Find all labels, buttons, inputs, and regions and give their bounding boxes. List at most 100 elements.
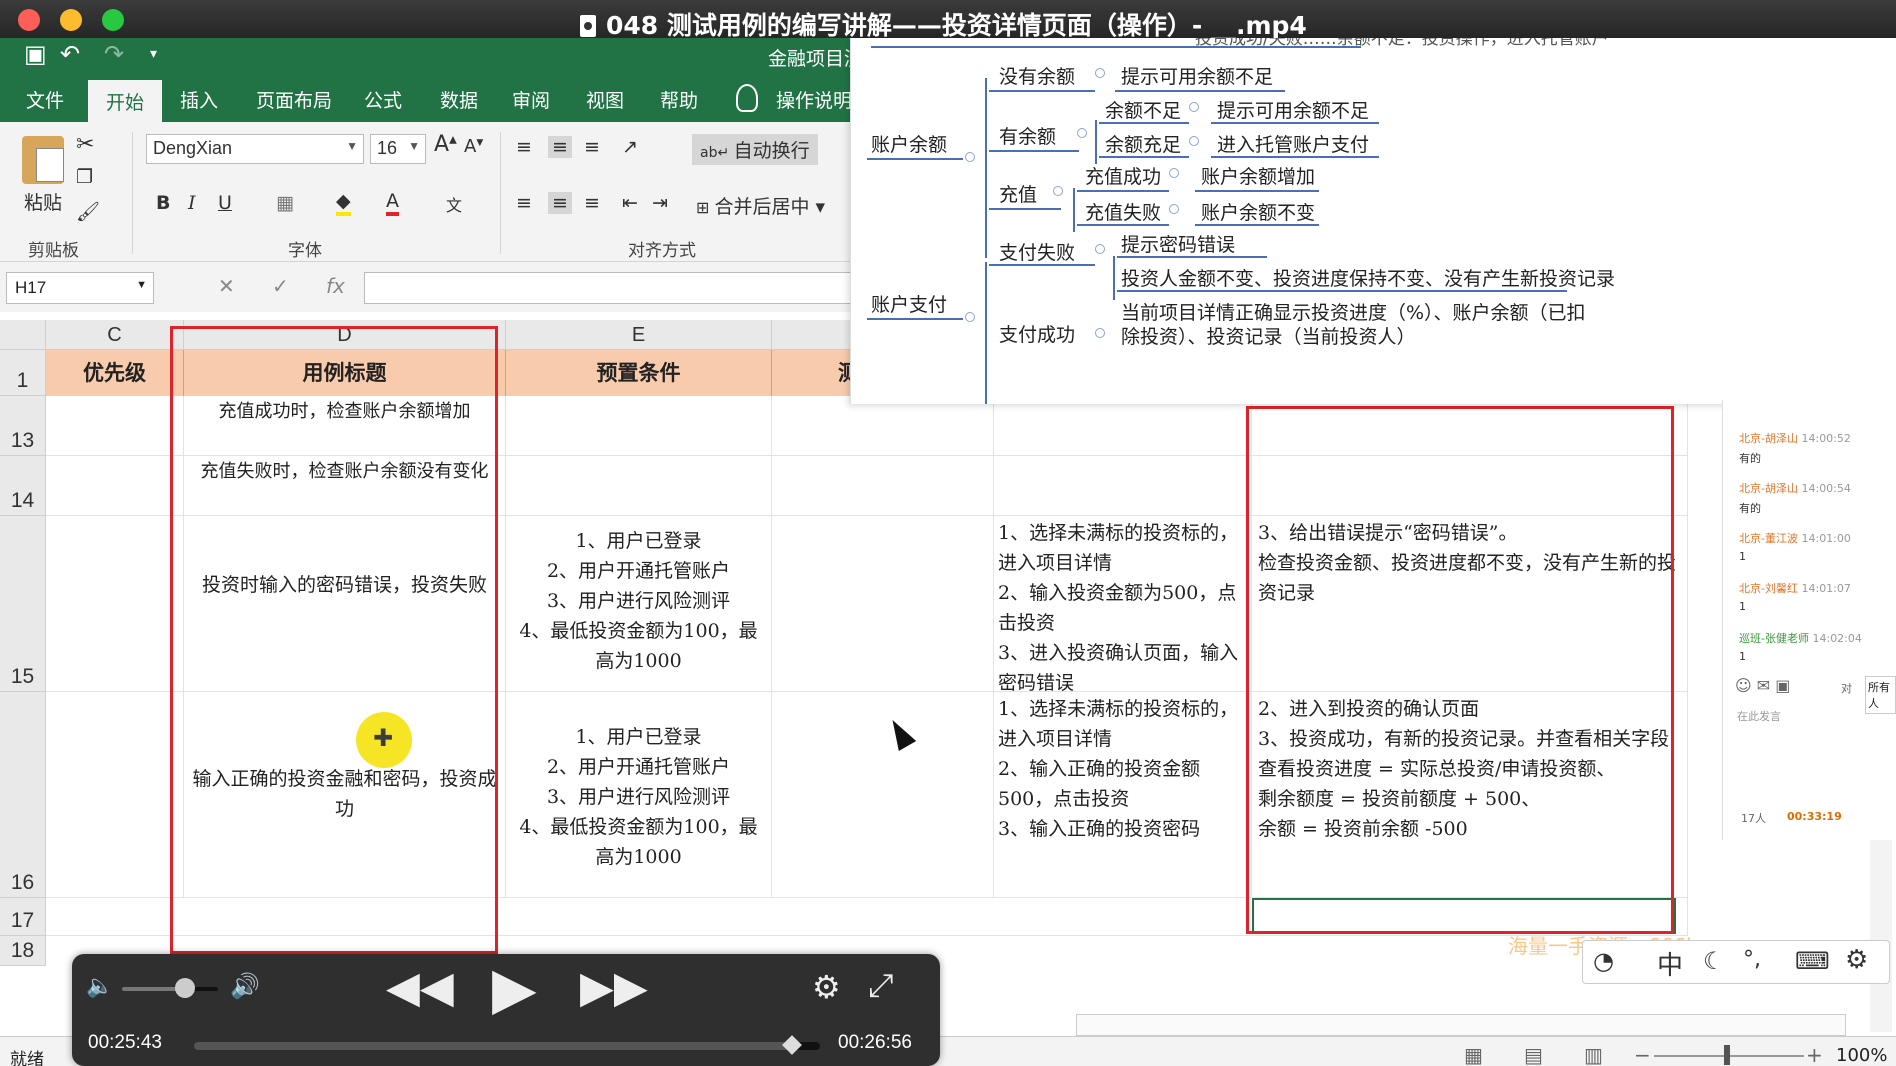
mindmap-collapse-dot[interactable] — [1095, 68, 1105, 78]
column-header-f[interactable] — [772, 320, 852, 350]
ime-keyboard-icon[interactable]: ⌨ — [1795, 947, 1830, 975]
select-all-corner[interactable] — [0, 320, 46, 350]
cell-steps[interactable]: 1、选择未满标的投资标的，进入项目详情 2、输入投资金额为500，点击投资 3、… — [994, 516, 1252, 692]
cell[interactable] — [772, 456, 994, 516]
column-header-e[interactable]: E — [506, 320, 772, 350]
zoom-window-button[interactable] — [102, 9, 124, 31]
minimize-window-button[interactable] — [60, 9, 82, 31]
cell[interactable] — [46, 692, 184, 898]
mindmap-node-recharge-success-result[interactable]: 账户余额增加 — [1201, 162, 1315, 189]
fill-color-icon[interactable]: ◆ — [336, 190, 351, 216]
undo-icon[interactable]: ↶ — [60, 40, 80, 68]
seek-bar[interactable] — [194, 1042, 820, 1050]
mindmap-node-recharge[interactable]: 充值 — [999, 180, 1037, 207]
phonetic-icon[interactable]: 文 — [446, 192, 462, 216]
tell-me-search[interactable]: 操作说明 — [776, 86, 852, 113]
normal-view-icon[interactable]: ▦ — [1464, 1043, 1483, 1066]
mindmap-node-pay-success-r1[interactable]: 当前项目详情正确显示投资进度（%）、账户余额（已扣 — [1121, 298, 1586, 325]
zoom-slider-thumb[interactable] — [1724, 1045, 1730, 1065]
mindmap-node-sufficient[interactable]: 余额充足 — [1105, 130, 1181, 157]
mindmap-node-insufficient-result[interactable]: 提示可用余额不足 — [1217, 96, 1369, 123]
ime-settings-icon[interactable]: ⚙ — [1845, 945, 1868, 975]
mindmap-node-insufficient[interactable]: 余额不足 — [1105, 96, 1181, 123]
cell-steps[interactable]: 1、选择未满标的投资标的，进入项目详情 2、输入正确的投资金额500，点击投资 … — [994, 692, 1252, 898]
mindmap-collapse-dot[interactable] — [1189, 136, 1199, 146]
underline-button[interactable]: U — [218, 192, 232, 214]
mindmap-node-sufficient-result[interactable]: 进入托管账户支付 — [1217, 130, 1369, 157]
mindmap-node-recharge-success[interactable]: 充值成功 — [1085, 162, 1161, 189]
align-right-icon[interactable]: ≡ — [584, 192, 600, 214]
mindmap-collapse-dot[interactable] — [965, 312, 975, 322]
cancel-formula-icon[interactable]: ✕ — [218, 274, 235, 298]
redo-icon[interactable]: ↷ — [104, 40, 124, 68]
customize-qat-icon[interactable]: ▾ — [150, 46, 157, 62]
ime-toolbar[interactable]: ◔ 中 ☾ °, ⌨ ⚙ — [1582, 940, 1890, 984]
tab-formulas[interactable]: 公式 — [364, 86, 402, 113]
format-painter-icon[interactable]: 🖌 — [76, 200, 100, 223]
tab-help[interactable]: 帮助 — [660, 86, 698, 113]
close-window-button[interactable] — [18, 9, 40, 31]
increase-font-icon[interactable]: A▲ — [434, 132, 457, 157]
save-icon[interactable]: ▣ — [24, 40, 47, 68]
increase-indent-icon[interactable]: ⇥ — [652, 192, 668, 214]
orientation-icon[interactable]: ↗ — [622, 136, 638, 158]
mindmap-node-pay-fail-r1[interactable]: 提示密码错误 — [1121, 230, 1235, 257]
enter-formula-icon[interactable]: ✓ — [272, 274, 289, 298]
volume-high-icon[interactable]: 🔊 — [230, 972, 260, 1000]
mindmap-node-pay-fail-r2[interactable]: 投资人金额不变、投资进度保持不变、没有产生新投资记录 — [1121, 264, 1615, 291]
mindmap-collapse-dot[interactable] — [965, 152, 975, 162]
cell[interactable] — [46, 516, 184, 692]
align-top-icon[interactable]: ≡ — [516, 136, 532, 158]
mindmap-node-recharge-fail-result[interactable]: 账户余额不变 — [1201, 198, 1315, 225]
row-header[interactable]: 15 — [0, 516, 46, 692]
cut-icon[interactable]: ✂ — [76, 132, 94, 157]
mindmap-node-has-balance[interactable]: 有余额 — [999, 122, 1056, 149]
ime-punct-icon[interactable]: °, — [1743, 947, 1761, 972]
cell[interactable] — [46, 396, 184, 456]
mindmap-collapse-dot[interactable] — [1053, 186, 1063, 196]
mindmap-node-pay-success-r2[interactable]: 除投资）、投资记录（当前投资人） — [1121, 322, 1416, 349]
mindmap-node-payment[interactable]: 账户支付 — [871, 290, 947, 317]
mindmap-collapse-dot[interactable] — [1095, 328, 1105, 338]
paste-button[interactable]: 粘贴 — [24, 188, 62, 215]
row-header[interactable]: 14 — [0, 456, 46, 516]
cell[interactable] — [994, 456, 1252, 516]
mindmap-node-recharge-fail[interactable]: 充值失败 — [1085, 198, 1161, 225]
tab-page-layout[interactable]: 页面布局 — [256, 86, 332, 113]
row-header[interactable]: 16 — [0, 692, 46, 898]
align-left-icon[interactable]: ≡ — [516, 192, 532, 214]
decrease-font-icon[interactable]: A▼ — [464, 136, 483, 157]
wrap-text-button[interactable]: ab↵ 自动换行 — [692, 134, 818, 165]
mindmap-node-no-balance-result[interactable]: 提示可用余额不足 — [1121, 62, 1273, 89]
tab-file[interactable]: 文件 — [26, 86, 64, 113]
mindmap-collapse-dot[interactable] — [1077, 128, 1087, 138]
insert-function-icon[interactable]: fx — [326, 274, 345, 298]
mindmap-node-pay-success[interactable]: 支付成功 — [999, 320, 1075, 347]
cell-precondition[interactable]: 1、用户已登录 2、用户开通托管账户 3、用户进行风险测评 4、最低投资金额为1… — [506, 692, 772, 898]
fullscreen-icon[interactable]: ⤢ — [868, 966, 894, 1005]
align-bottom-icon[interactable]: ≡ — [584, 136, 600, 158]
fast-forward-button[interactable]: ▶▶ — [580, 962, 648, 1013]
copy-icon[interactable]: ❐ — [76, 166, 93, 188]
mindmap-node-balance[interactable]: 账户余额 — [871, 130, 947, 157]
seek-bar-thumb[interactable] — [781, 1035, 802, 1055]
mindmap-collapse-dot[interactable] — [1095, 244, 1105, 254]
cell[interactable] — [46, 456, 184, 516]
row-header[interactable]: 13 — [0, 396, 46, 456]
mindmap-collapse-dot[interactable] — [1189, 102, 1199, 112]
zoom-in-button[interactable]: + — [1806, 1043, 1823, 1066]
cell[interactable] — [994, 396, 1252, 456]
emoji-icon[interactable]: ☺ ✉ ▣ — [1735, 676, 1790, 695]
row-header[interactable]: 1 — [0, 350, 46, 396]
cell[interactable] — [772, 692, 994, 898]
font-name-select[interactable]: DengXian ▼ — [146, 134, 364, 164]
volume-low-icon[interactable]: 🔈 — [86, 974, 113, 999]
ime-moon-icon[interactable]: ☾ — [1703, 947, 1725, 975]
chat-target-select[interactable]: 所有人 — [1865, 676, 1896, 714]
tab-view[interactable]: 视图 — [586, 86, 624, 113]
tab-review[interactable]: 审阅 — [512, 86, 550, 113]
column-header-c[interactable]: C — [46, 320, 184, 350]
cell[interactable] — [506, 456, 772, 516]
tab-data[interactable]: 数据 — [440, 86, 478, 113]
tab-home[interactable]: 开始 — [88, 80, 163, 122]
